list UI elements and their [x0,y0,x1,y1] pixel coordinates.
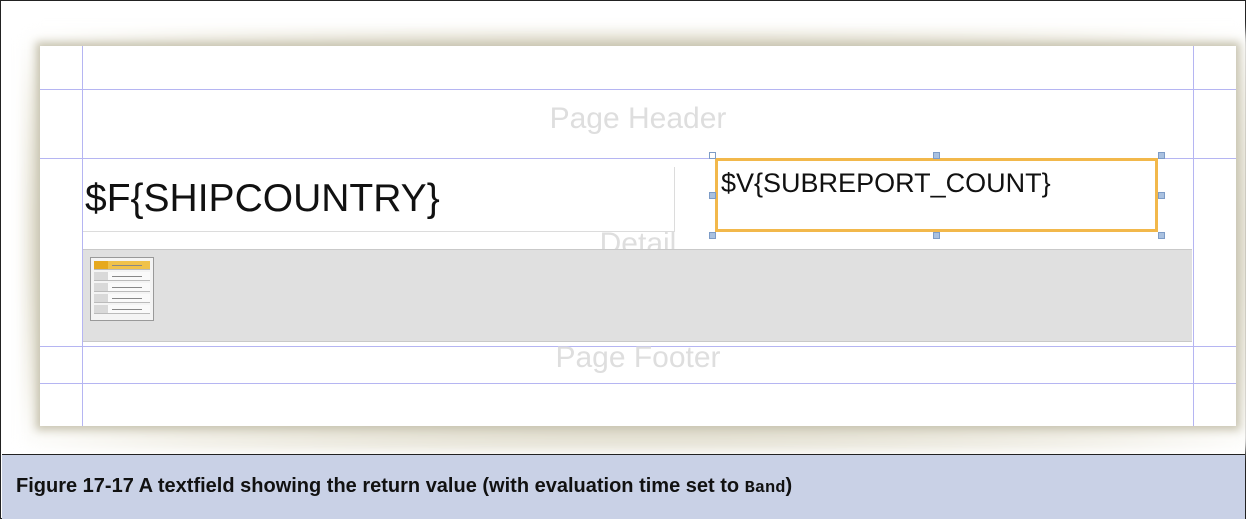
shipcountry-textfield[interactable]: $F{SHIPCOUNTRY} [83,167,675,232]
caption-suffix: ) [785,475,793,497]
report-designer-canvas: Page Header Detail Page Footer $F{SHIPCO… [2,1,1246,454]
subreport-icon[interactable] [90,257,154,321]
caption-code: Band [744,479,786,498]
report-page: Page Header Detail Page Footer $F{SHIPCO… [40,46,1236,426]
resize-handle-right[interactable] [1158,192,1165,199]
page-header-top-guide[interactable] [40,89,1236,90]
subreport-count-textfield[interactable]: $V{SUBREPORT_COUNT} [715,158,1158,232]
caption-bar: Figure 17-17 A textfield showing the ret… [2,454,1245,519]
resize-handle-bottom-right[interactable] [1158,232,1165,239]
resize-handle-left[interactable] [709,192,716,199]
page-header-band-label: Page Header [549,102,727,135]
page-footer-bottom-guide[interactable] [40,383,1236,384]
resize-handle-bottom-left[interactable] [709,232,716,239]
resize-handle-bottom[interactable] [933,232,940,239]
resize-handle-top-right[interactable] [1158,152,1165,159]
subreport-count-expression: $V{SUBREPORT_COUNT} [721,168,1051,198]
resize-handle-top-left[interactable] [709,152,716,159]
caption-text: Figure 17-17 A textfield showing the ret… [16,475,745,497]
shipcountry-expression: $F{SHIPCOUNTRY} [85,177,440,220]
figure-caption: Figure 17-17 A textfield showing the ret… [16,475,792,498]
resize-handle-top[interactable] [933,152,940,159]
page-footer-band-label: Page Footer [555,341,721,374]
subreport-area[interactable] [83,249,1192,342]
figure-frame: Page Header Detail Page Footer $F{SHIPCO… [0,0,1246,519]
